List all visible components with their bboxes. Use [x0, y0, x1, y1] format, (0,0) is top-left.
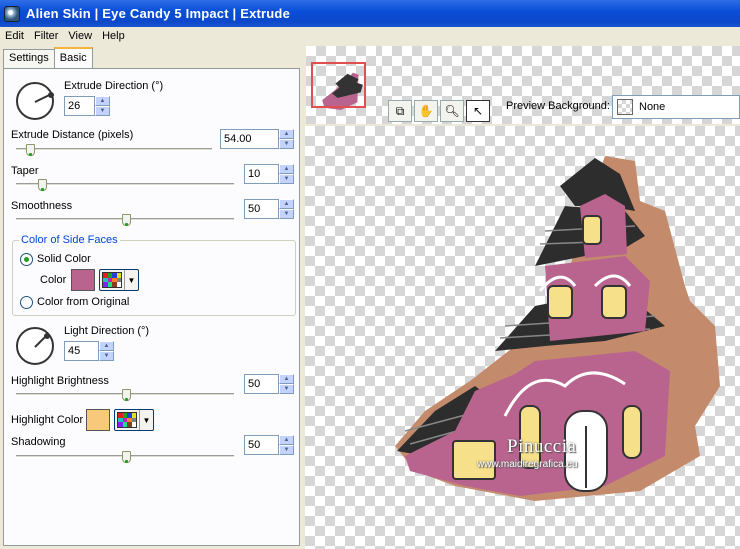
spin-down-icon[interactable]: ▼ — [99, 351, 114, 361]
window-title: Alien Skin | Eye Candy 5 Impact | Extrud… — [26, 6, 290, 21]
extrude-direction-label: Extrude Direction (°) — [64, 80, 164, 92]
extrude-distance-slider[interactable] — [16, 144, 212, 156]
side-faces-legend: Color of Side Faces — [19, 234, 120, 246]
slider-thumb[interactable] — [122, 451, 131, 463]
palette-icon — [117, 412, 137, 428]
extrude-distance-field[interactable]: 54.00 — [220, 129, 279, 149]
menu-edit[interactable]: Edit — [0, 30, 29, 42]
light-direction-dial[interactable] — [16, 327, 54, 365]
extrude-distance-spinner[interactable]: 54.00 ▲ ▼ — [220, 129, 294, 149]
tab-strip: Settings Basic — [3, 47, 93, 69]
preview-area: ⧉ ✋ 🔍︎ ↖ Preview Background: None Pinucc… — [302, 44, 740, 549]
highlight-color-label: Highlight Color — [11, 414, 84, 426]
zoom-fit-icon[interactable]: ⧉ — [388, 100, 412, 122]
preview-background-value: None — [639, 101, 666, 113]
watermark-url: www.maidiregrafica.eu — [477, 459, 578, 470]
spin-down-icon[interactable]: ▼ — [279, 445, 294, 455]
preview-background-select[interactable]: None — [612, 95, 740, 119]
magnifier-icon[interactable]: 🔍︎ — [440, 100, 464, 122]
preview-toolbar: ⧉ ✋ 🔍︎ ↖ — [388, 100, 492, 122]
side-color-swatch[interactable] — [71, 269, 95, 291]
color-from-original-label: Color from Original — [37, 296, 130, 308]
title-bar: Alien Skin | Eye Candy 5 Impact | Extrud… — [0, 0, 740, 27]
navigator-thumbnail[interactable] — [306, 46, 382, 124]
taper-field[interactable]: 10 — [244, 164, 279, 184]
spin-up-icon[interactable]: ▲ — [279, 435, 294, 445]
menu-bar: Edit Filter View Help — [0, 27, 740, 44]
tab-basic[interactable]: Basic — [53, 47, 93, 68]
hand-icon[interactable]: ✋ — [414, 100, 438, 122]
extrude-distance-label: Extrude Distance (pixels) — [11, 129, 134, 141]
app-icon — [4, 5, 20, 22]
spin-down-icon[interactable]: ▼ — [279, 209, 294, 219]
highlight-brightness-label: Highlight Brightness — [11, 375, 109, 387]
spin-up-icon[interactable]: ▲ — [99, 341, 114, 351]
taper-slider[interactable] — [16, 179, 234, 191]
spin-up-icon[interactable]: ▲ — [279, 374, 294, 384]
solid-color-radio[interactable] — [20, 253, 33, 266]
highlight-color-swatch[interactable] — [86, 409, 110, 431]
watermark-name: Pinuccia — [507, 436, 577, 457]
menu-filter[interactable]: Filter — [29, 30, 63, 42]
spin-down-icon[interactable]: ▼ — [279, 174, 294, 184]
light-direction-spinner[interactable]: 45 ▲ ▼ — [64, 341, 114, 361]
basic-tab-pane: Extrude Direction (°) 26 ▲ ▼ Extrude Dist… — [3, 68, 300, 546]
arrow-icon[interactable]: ↖ — [466, 100, 490, 122]
smoothness-field[interactable]: 50 — [244, 199, 279, 219]
spin-down-icon[interactable]: ▼ — [279, 384, 294, 394]
spin-up-icon[interactable]: ▲ — [95, 96, 110, 106]
slider-thumb[interactable] — [122, 214, 131, 226]
smoothness-spinner[interactable]: 50 ▲ ▼ — [244, 199, 294, 219]
extrude-direction-spinner[interactable]: 26 ▲ ▼ — [64, 96, 110, 116]
light-direction-handle[interactable] — [44, 333, 50, 339]
taper-label: Taper — [11, 165, 39, 177]
menu-help[interactable]: Help — [97, 30, 130, 42]
smoothness-label: Smoothness — [11, 200, 73, 212]
extrude-direction-handle[interactable] — [48, 92, 54, 98]
spin-down-icon[interactable]: ▼ — [279, 139, 294, 149]
solid-color-label: Solid Color — [37, 253, 91, 265]
transparent-swatch-icon — [617, 99, 633, 115]
menu-view[interactable]: View — [63, 30, 97, 42]
side-color-label: Color — [40, 274, 67, 286]
spin-up-icon[interactable]: ▲ — [279, 164, 294, 174]
slider-thumb[interactable] — [26, 144, 35, 156]
spin-up-icon[interactable]: ▲ — [279, 129, 294, 139]
preview-canvas[interactable]: Pinuccia www.maidiregrafica.eu — [305, 126, 740, 549]
color-from-original-radio[interactable] — [20, 296, 33, 309]
extruded-house-image — [395, 156, 720, 501]
light-direction-label: Light Direction (°) — [64, 325, 150, 337]
slider-thumb[interactable] — [122, 389, 131, 401]
spin-up-icon[interactable]: ▲ — [279, 199, 294, 209]
taper-spinner[interactable]: 10 ▲ ▼ — [244, 164, 294, 184]
settings-panel: Settings Basic Extrude Direction (°) 26 … — [0, 44, 302, 549]
palette-icon — [102, 272, 122, 288]
preview-background-label: Preview Background: — [506, 100, 610, 112]
light-direction-field[interactable]: 45 — [64, 341, 99, 361]
highlight-color-picker-button[interactable]: ▼ — [114, 409, 154, 431]
navigator-viewport-box[interactable] — [311, 62, 366, 108]
side-faces-group: Color of Side Faces Solid Color Color ▼ … — [12, 234, 296, 316]
shadowing-field[interactable]: 50 — [244, 435, 279, 455]
dropdown-arrow-icon: ▼ — [124, 270, 138, 290]
side-color-picker-button[interactable]: ▼ — [99, 269, 139, 291]
shadowing-label: Shadowing — [11, 436, 66, 448]
shadowing-slider[interactable] — [16, 451, 234, 463]
shadowing-spinner[interactable]: 50 ▲ ▼ — [244, 435, 294, 455]
smoothness-slider[interactable] — [16, 214, 234, 226]
tab-settings[interactable]: Settings — [3, 49, 55, 68]
slider-thumb[interactable] — [38, 179, 47, 191]
extrude-direction-field[interactable]: 26 — [64, 96, 95, 116]
extrude-direction-dial[interactable] — [16, 82, 54, 120]
highlight-brightness-slider[interactable] — [16, 389, 234, 401]
dropdown-arrow-icon: ▼ — [139, 410, 153, 430]
highlight-brightness-field[interactable]: 50 — [244, 374, 279, 394]
spin-down-icon[interactable]: ▼ — [95, 106, 110, 116]
highlight-brightness-spinner[interactable]: 50 ▲ ▼ — [244, 374, 294, 394]
